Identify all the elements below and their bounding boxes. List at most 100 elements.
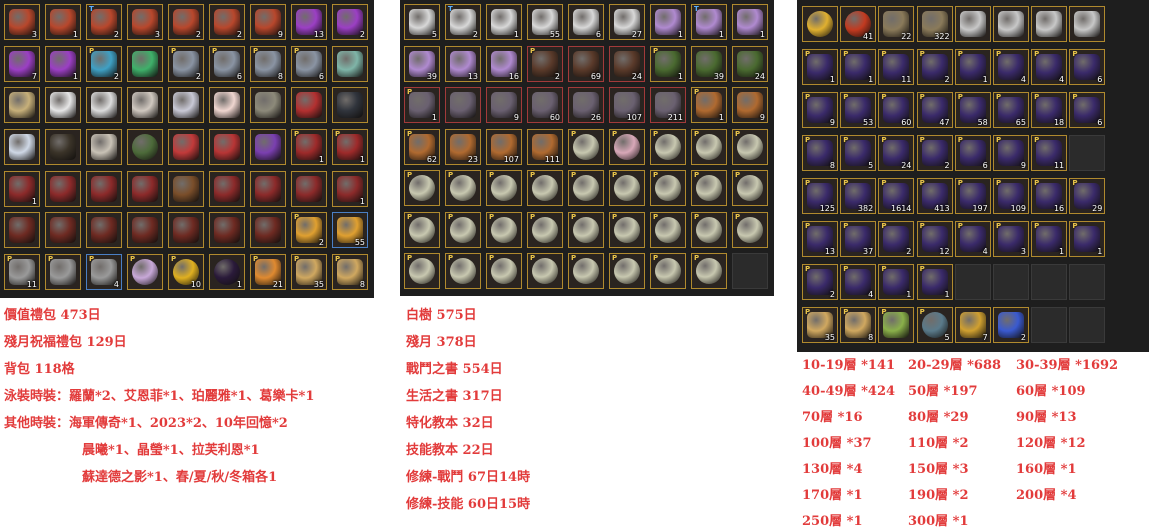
inventory-slot[interactable] [332, 45, 368, 82]
inventory-slot[interactable] [86, 87, 122, 124]
inventory-slot[interactable] [802, 6, 838, 42]
inventory-slot[interactable]: P 62 [404, 128, 440, 165]
inventory-slot[interactable]: 7 [954, 307, 991, 343]
inventory-slot[interactable]: P1 [1069, 221, 1106, 257]
inventory-slot[interactable] [209, 129, 245, 166]
inventory-slot[interactable]: P 125 [802, 178, 838, 214]
inventory-slot[interactable]: P2 [916, 135, 953, 171]
inventory-slot[interactable]: 5 [404, 4, 440, 40]
inventory-slot[interactable] [250, 212, 286, 249]
inventory-slot[interactable]: P 16 [1031, 178, 1068, 214]
inventory-slot[interactable]: P4 [86, 254, 122, 291]
inventory-slot[interactable]: P 35 [802, 307, 838, 343]
inventory-slot[interactable]: P [609, 128, 645, 165]
inventory-slot[interactable] [127, 87, 163, 124]
inventory-slot[interactable] [4, 87, 40, 124]
empty-slot[interactable] [954, 264, 991, 300]
inventory-slot[interactable]: P2 [916, 49, 953, 85]
inventory-slot[interactable]: 7 [4, 45, 40, 82]
inventory-slot[interactable] [45, 129, 81, 166]
empty-slot[interactable] [1069, 307, 1106, 343]
inventory-slot[interactable]: 24 [609, 45, 645, 82]
empty-slot[interactable] [1031, 307, 1068, 343]
empty-slot[interactable] [992, 264, 1029, 300]
inventory-slot[interactable]: P8 [802, 135, 838, 171]
inventory-slot[interactable]: P8 [840, 307, 877, 343]
inventory-slot[interactable] [209, 212, 245, 249]
inventory-slot[interactable]: P2 [291, 212, 327, 249]
inventory-slot[interactable]: P 11 [4, 254, 40, 291]
inventory-slot[interactable] [445, 87, 481, 123]
inventory-slot[interactable]: P5 [840, 135, 877, 171]
inventory-slot[interactable]: P [568, 211, 604, 248]
inventory-slot[interactable]: P6 [291, 45, 327, 82]
inventory-slot[interactable]: P 12 [916, 221, 953, 257]
inventory-slot[interactable] [168, 170, 204, 207]
inventory-slot[interactable]: P2 [527, 45, 563, 82]
inventory-slot[interactable]: P [445, 211, 481, 248]
inventory-slot[interactable]: P 13 [802, 221, 838, 257]
inventory-slot[interactable]: 39 [404, 45, 440, 82]
inventory-slot[interactable] [209, 170, 245, 207]
inventory-slot[interactable]: 9 [486, 87, 522, 123]
inventory-slot[interactable]: 1 [45, 45, 81, 82]
inventory-slot[interactable]: P2 [878, 221, 915, 257]
inventory-slot[interactable]: P [878, 307, 915, 343]
inventory-slot[interactable]: 55 [332, 212, 368, 249]
inventory-slot[interactable]: P [527, 211, 563, 248]
inventory-slot[interactable]: P 58 [954, 92, 991, 128]
inventory-slot[interactable]: P2 [802, 264, 838, 300]
inventory-slot[interactable]: P 11 [1031, 135, 1068, 171]
inventory-slot[interactable]: P1 [291, 129, 327, 166]
inventory-slot[interactable]: P 109 [992, 178, 1029, 214]
inventory-slot[interactable]: P1 [404, 87, 440, 123]
inventory-slot[interactable]: 322 [916, 6, 953, 42]
inventory-slot[interactable]: 39 [691, 45, 727, 82]
inventory-slot[interactable]: P9 [802, 92, 838, 128]
inventory-slot[interactable]: P 35 [291, 254, 327, 291]
inventory-slot[interactable] [45, 87, 81, 124]
inventory-slot[interactable]: 9 [250, 4, 286, 40]
inventory-slot[interactable]: P [404, 170, 440, 206]
inventory-slot[interactable] [4, 129, 40, 166]
inventory-slot[interactable] [1031, 6, 1068, 42]
inventory-slot[interactable]: P3 [992, 221, 1029, 257]
inventory-slot[interactable] [1069, 6, 1106, 42]
empty-slot[interactable] [1069, 135, 1106, 171]
empty-slot[interactable] [732, 253, 768, 289]
inventory-slot[interactable]: P 10 [168, 254, 204, 291]
inventory-slot[interactable]: P1 [650, 45, 686, 82]
inventory-slot[interactable]: 13 [291, 4, 327, 40]
inventory-slot[interactable]: 3 [4, 4, 40, 40]
inventory-slot[interactable]: P [568, 253, 604, 289]
inventory-slot[interactable] [168, 129, 204, 166]
inventory-slot[interactable]: P6 [1069, 92, 1106, 128]
inventory-slot[interactable]: P [732, 211, 768, 248]
inventory-slot[interactable] [86, 212, 122, 249]
inventory-slot[interactable] [45, 212, 81, 249]
inventory-slot[interactable]: 60 [527, 87, 563, 123]
inventory-slot[interactable] [209, 87, 245, 124]
inventory-slot[interactable]: P 29 [1069, 178, 1106, 214]
inventory-slot[interactable]: P1 [802, 49, 838, 85]
inventory-slot[interactable]: P5 [916, 307, 953, 343]
inventory-slot[interactable]: 1 [4, 170, 40, 207]
inventory-slot[interactable] [127, 170, 163, 207]
inventory-slot[interactable]: 3 [127, 4, 163, 40]
inventory-slot[interactable]: P 413 [916, 178, 953, 214]
inventory-slot[interactable] [4, 212, 40, 249]
inventory-slot[interactable]: P1 [878, 264, 915, 300]
inventory-slot[interactable]: 1 [732, 4, 768, 40]
inventory-slot[interactable]: T1 [691, 4, 727, 40]
inventory-slot[interactable] [291, 170, 327, 207]
inventory-slot[interactable]: P6 [954, 135, 991, 171]
inventory-slot[interactable]: 1 [209, 254, 245, 291]
inventory-slot[interactable] [45, 170, 81, 207]
inventory-slot[interactable] [250, 170, 286, 207]
inventory-slot[interactable]: 23 [445, 128, 481, 165]
inventory-slot[interactable]: 111 [527, 128, 563, 165]
inventory-slot[interactable] [250, 87, 286, 124]
inventory-slot[interactable]: T2 [86, 4, 122, 40]
inventory-slot[interactable] [992, 6, 1029, 42]
inventory-slot[interactable]: P9 [992, 135, 1029, 171]
